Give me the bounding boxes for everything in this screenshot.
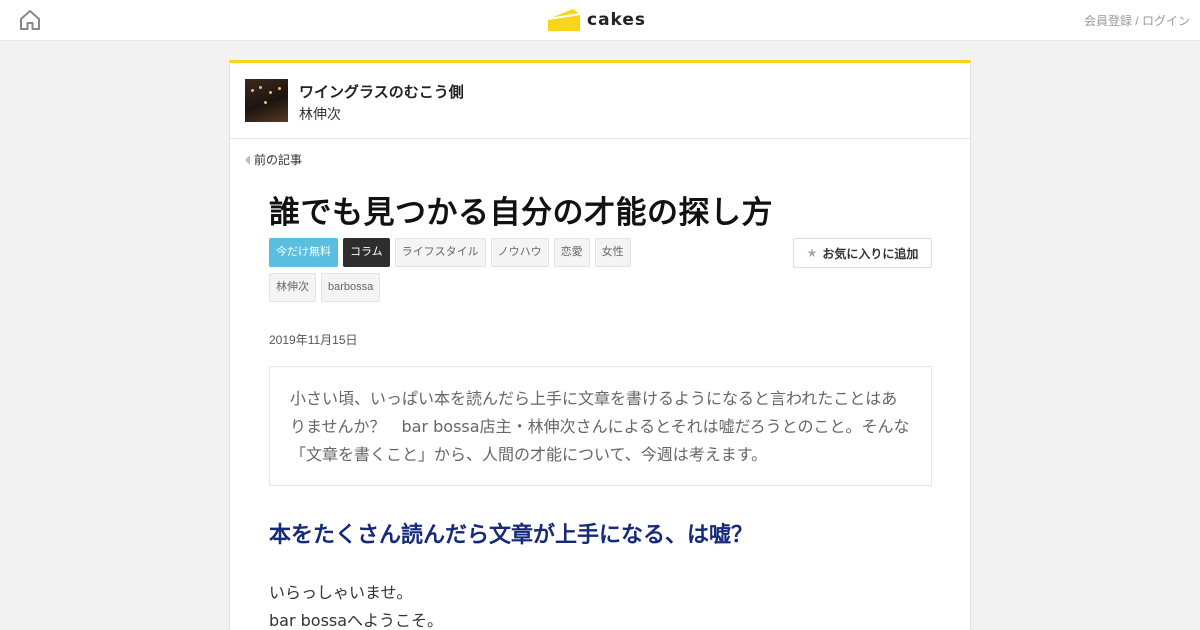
lead-line: 小さい頃、いっぱい本を読んだら上手に文章を書けるようになると言われたことはあ [290,389,898,408]
star-icon: ★ [806,246,818,260]
series-author[interactable]: 林伸次 [299,104,341,124]
tag-author[interactable]: 林伸次 [269,273,316,302]
prev-article-link[interactable]: 前の記事 [245,151,302,168]
auth-links: 会員登録 / ログイン [1084,12,1190,29]
register-link[interactable]: 会員登録 [1084,14,1132,28]
login-link[interactable]: ログイン [1142,14,1190,28]
add-favorite-label: お気に入りに追加 [822,246,919,261]
chevron-left-icon [245,154,250,165]
lead-line: 「文章を書くこと」から、人間の才能について、今週は考えます。 [290,445,768,464]
article-title: 誰でも見つかる自分の才能の探し方 [269,195,773,231]
article-body: いらっしゃいませ。 bar bossaへようこそ。 [269,579,443,630]
article-card: ワイングラスのむこう側 林伸次 前の記事 誰でも見つかる自分の才能の探し方 今だ… [229,60,971,630]
prev-article-label: 前の記事 [254,153,303,167]
series-title[interactable]: ワイングラスのむこう側 [299,81,464,102]
series-header: ワイングラスのむこう側 林伸次 [230,63,970,139]
series-thumbnail[interactable] [245,79,288,122]
lead-line: りませんか？ bar bossa店主・林伸次さんによるとそれは嘘だろうとのこと。… [290,417,910,436]
tag-column[interactable]: コラム [343,238,390,267]
home-icon[interactable] [18,8,42,32]
publish-date: 2019年11月15日 [269,333,358,347]
cheese-cake-icon [547,9,581,31]
tag-lifestyle[interactable]: ライフスタイル [394,238,486,267]
add-favorite-button[interactable]: ★ お気に入りに追加 [793,238,932,268]
body-line: bar bossaへようこそ。 [269,611,444,630]
section-heading: 本をたくさん読んだら文章が上手になる、は嘘？ [269,523,754,548]
tag-list: 今だけ無料 コラム ライフスタイル ノウハウ 恋愛 女性 林伸次 barboss… [269,238,679,302]
tag-barbossa[interactable]: barbossa [321,273,381,302]
cakes-logo[interactable]: cakes [547,6,646,34]
logo-text: cakes [587,10,647,30]
top-bar: cakes 会員登録 / ログイン [0,0,1200,41]
auth-separator: / [1131,14,1142,28]
tag-free[interactable]: 今だけ無料 [269,238,338,267]
tag-romance[interactable]: 恋愛 [553,238,590,267]
tag-knowhow[interactable]: ノウハウ [490,238,549,267]
body-line: いらっしゃいませ。 [269,583,413,602]
tag-women[interactable]: 女性 [594,238,631,267]
article-lead: 小さい頃、いっぱい本を読んだら上手に文章を書けるようになると言われたことはあ り… [269,366,932,486]
